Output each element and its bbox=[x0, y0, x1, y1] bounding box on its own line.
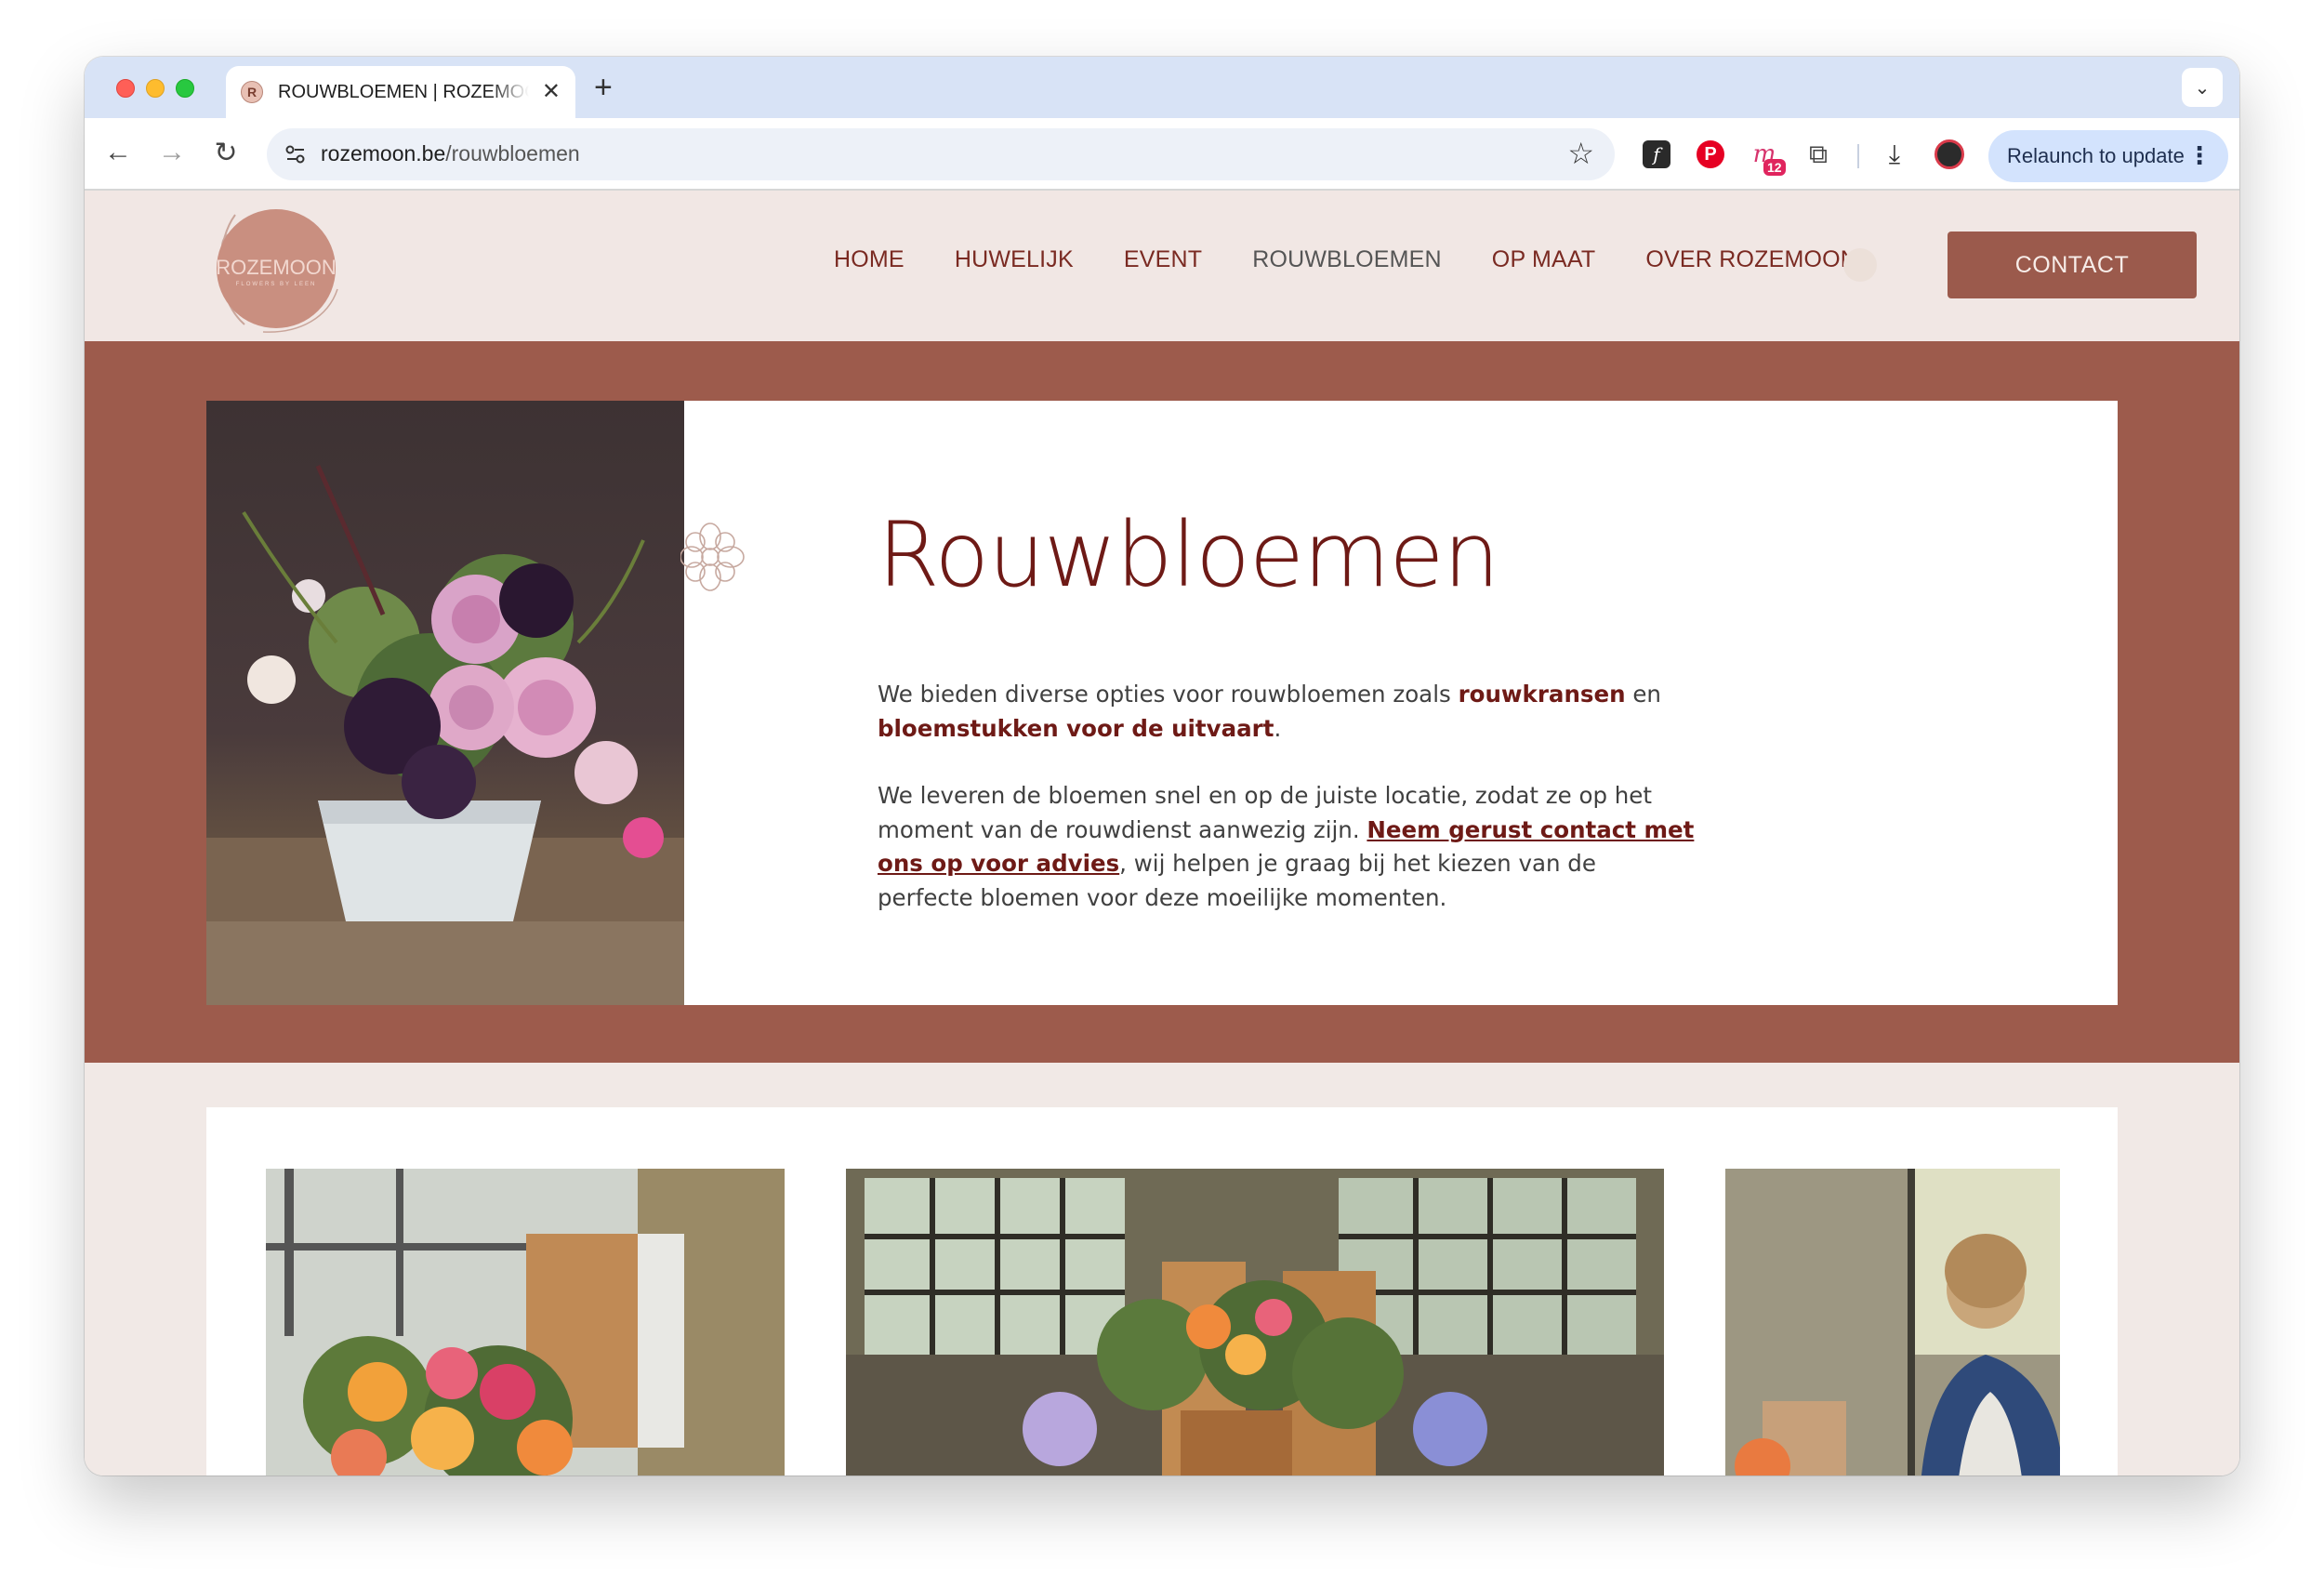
minimize-window-button[interactable] bbox=[146, 79, 165, 98]
maximize-window-button[interactable] bbox=[176, 79, 194, 98]
toolbar-divider bbox=[1857, 144, 1859, 168]
favicon-icon: R bbox=[241, 81, 263, 103]
relaunch-button[interactable]: Relaunch to update ⋮ bbox=[1988, 130, 2228, 182]
pinterest-extension-icon[interactable]: P bbox=[1697, 140, 1724, 168]
close-tab-icon[interactable]: ✕ bbox=[542, 78, 561, 105]
faint-decoration-dot bbox=[1843, 248, 1877, 282]
hero-description: We bieden diverse opties voor rouwbloeme… bbox=[878, 678, 1696, 948]
hero-card: Rouwbloemen We bieden diverse opties voo… bbox=[206, 401, 2118, 1005]
extensions-puzzle-icon[interactable]: ⧉ bbox=[1802, 139, 1834, 170]
gallery-card bbox=[206, 1107, 2118, 1476]
font-extension-icon[interactable]: f bbox=[1643, 140, 1670, 168]
logo-text: ROZEMOON bbox=[216, 256, 337, 279]
url-text[interactable]: rozemoon.be/rouwbloemen bbox=[321, 141, 580, 166]
nav-home[interactable]: HOME bbox=[834, 246, 905, 273]
site-settings-icon[interactable] bbox=[282, 140, 310, 168]
hero-paragraph-1: We bieden diverse opties voor rouwbloeme… bbox=[878, 678, 1696, 746]
nav-op-maat[interactable]: OP MAAT bbox=[1492, 246, 1596, 273]
nav-huwelijk[interactable]: HUWELIJK bbox=[955, 246, 1074, 273]
address-bar[interactable]: rozemoon.be/rouwbloemen ☆ bbox=[267, 128, 1615, 180]
gallery-photo-3[interactable] bbox=[1725, 1169, 2060, 1476]
url-domain: rozemoon.be bbox=[321, 141, 446, 165]
browser-window: R ROUWBLOEMEN | ROZEMOON ✕ + ⌄ ← → ↻ roz… bbox=[85, 57, 2239, 1476]
site-header: ROZEMOON FLOWERS BY LEEN HOME HUWELIJK E… bbox=[85, 191, 2239, 341]
forward-arrow-icon[interactable]: → bbox=[155, 137, 189, 168]
page-title: Rouwbloemen bbox=[878, 503, 1499, 607]
download-icon[interactable]: ⤓ bbox=[1879, 139, 1910, 170]
rouwkransen-link[interactable]: rouwkransen bbox=[1459, 681, 1626, 708]
hero-band: Rouwbloemen We bieden diverse opties voo… bbox=[85, 341, 2239, 1063]
p1-end-text: . bbox=[1274, 714, 1282, 742]
close-window-button[interactable] bbox=[116, 79, 135, 98]
bookmark-star-icon[interactable]: ☆ bbox=[1567, 136, 1594, 171]
profile-avatar[interactable] bbox=[1934, 139, 1964, 169]
extension-badge: 12 bbox=[1763, 159, 1786, 176]
gallery-photo-2[interactable] bbox=[846, 1169, 1664, 1476]
main-navigation: HOME HUWELIJK EVENT ROUWBLOEMEN OP MAAT … bbox=[834, 246, 1908, 273]
contact-button[interactable]: CONTACT bbox=[1948, 232, 2197, 298]
funeral-flowers-photo bbox=[206, 401, 684, 1005]
tab-title: ROUWBLOEMEN | ROZEMOON bbox=[278, 81, 529, 102]
gallery-section bbox=[85, 1063, 2239, 1476]
p1-text: We bieden diverse opties voor rouwbloeme… bbox=[878, 681, 1459, 708]
nav-event[interactable]: EVENT bbox=[1124, 246, 1202, 273]
more-menu-icon[interactable]: ⋮ bbox=[2187, 141, 2212, 170]
tab-search-chevron-icon[interactable]: ⌄ bbox=[2182, 68, 2223, 107]
nav-over-rozemoon[interactable]: OVER ROZEMOON bbox=[1645, 246, 1857, 273]
logo-subtext: FLOWERS BY LEEN bbox=[235, 282, 317, 287]
relaunch-label: Relaunch to update bbox=[2007, 144, 2185, 167]
browser-tab-active[interactable]: R ROUWBLOEMEN | ROZEMOON ✕ bbox=[226, 66, 575, 118]
page-viewport: ROZEMOON FLOWERS BY LEEN HOME HUWELIJK E… bbox=[85, 191, 2239, 1476]
back-arrow-icon[interactable]: ← bbox=[101, 137, 135, 168]
new-tab-plus-icon[interactable]: + bbox=[594, 70, 613, 106]
url-path: /rouwbloemen bbox=[445, 141, 580, 165]
flower-outline-icon bbox=[680, 523, 745, 591]
gallery-photo-1[interactable] bbox=[266, 1169, 785, 1476]
hero-paragraph-2: We leveren de bloemen snel en op de juis… bbox=[878, 779, 1696, 915]
site-logo[interactable]: ROZEMOON FLOWERS BY LEEN bbox=[207, 205, 345, 333]
reload-icon[interactable]: ↻ bbox=[209, 137, 243, 169]
nav-rouwbloemen[interactable]: ROUWBLOEMEN bbox=[1252, 246, 1442, 273]
browser-toolbar: ← → ↻ rozemoon.be/rouwbloemen ☆ f P m 12… bbox=[85, 118, 2239, 191]
tab-strip: R ROUWBLOEMEN | ROZEMOON ✕ + ⌄ bbox=[85, 57, 2239, 118]
p1-mid-text: en bbox=[1625, 681, 1661, 708]
bloemstukken-link[interactable]: bloemstukken voor de uitvaart bbox=[878, 715, 1274, 742]
